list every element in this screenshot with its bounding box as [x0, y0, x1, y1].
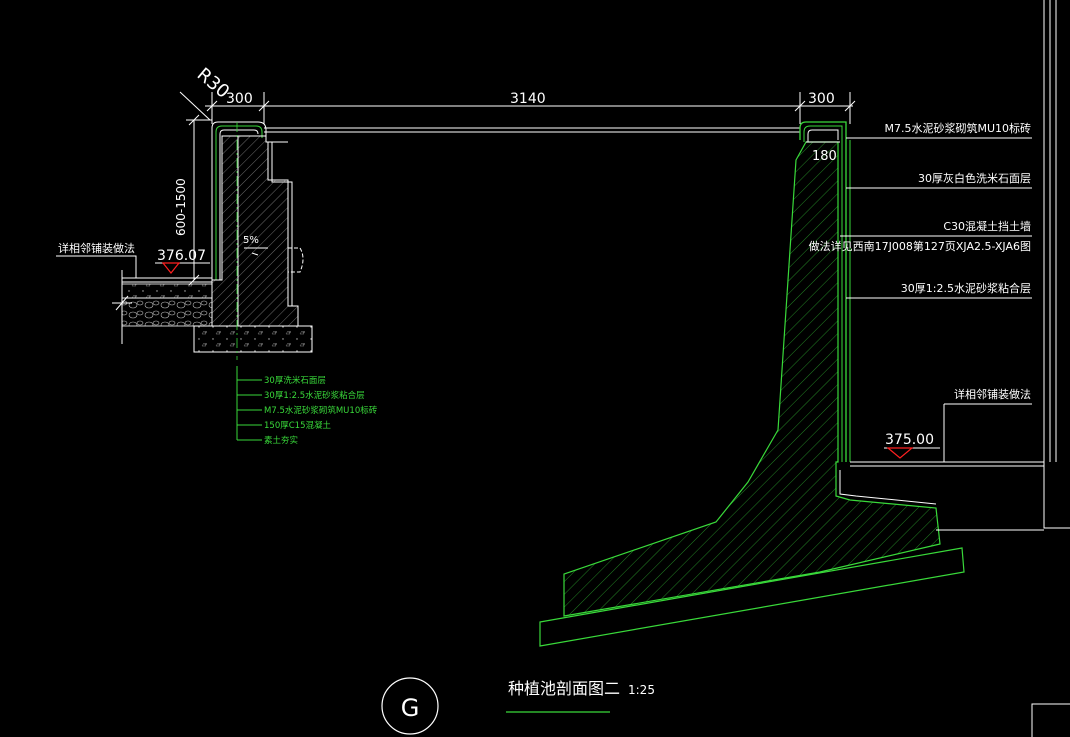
left-layer-2: 30厚1:2.5水泥砂浆粘合层 [264, 390, 365, 401]
left-layer-3: M7.5水泥砂浆砌筑MU10标砖 [264, 405, 378, 416]
left-layer-5: 素土夯实 [264, 435, 298, 446]
sheet-border [1031, 0, 1070, 737]
right-label-2: 30厚灰白色洗米石面层 [918, 171, 1031, 185]
dim-wall-left: 300 [226, 91, 253, 107]
right-label-3: C30混凝土挡土墙 [943, 219, 1031, 233]
right-retaining-wall [539, 121, 1044, 647]
dim-span: 3140 [510, 91, 546, 107]
drawing-title: 种植池剖面图二 [508, 679, 620, 698]
left-layer-4: 150厚C15混凝土 [264, 420, 331, 431]
right-label-1: M7.5水泥砂浆砌筑MU10标砖 [884, 121, 1031, 135]
right-label-5: 30厚1:2.5水泥砂浆粘合层 [901, 281, 1031, 295]
left-layer-leaders [236, 366, 262, 441]
slope-label: 5% [243, 235, 259, 246]
dim-coping: 180 [812, 149, 837, 164]
right-label-6: 详相邻铺装做法 [954, 387, 1031, 401]
dim-wall-right: 300 [808, 91, 835, 107]
left-paving-label: 详相邻铺装做法 [58, 241, 135, 255]
right-elevation: 375.00 [885, 432, 934, 448]
dim-height: 600-1500 [174, 178, 188, 236]
left-paving [56, 255, 213, 344]
left-elevation-marker [155, 262, 210, 274]
right-elevation-marker [884, 447, 940, 459]
right-label-4: 做法详见西南17J008第127页XJA2.5-XJA6图 [809, 239, 1031, 253]
detail-mark-letter: G [401, 694, 420, 722]
drawing-canvas: 300 3140 300 R30 5% 600-1500 详相邻铺装做法 376… [56, 0, 1070, 737]
drawing-scale: 1:25 [628, 683, 655, 697]
left-elevation: 376.07 [157, 248, 206, 264]
left-layer-1: 30厚洗米石面层 [264, 375, 326, 386]
